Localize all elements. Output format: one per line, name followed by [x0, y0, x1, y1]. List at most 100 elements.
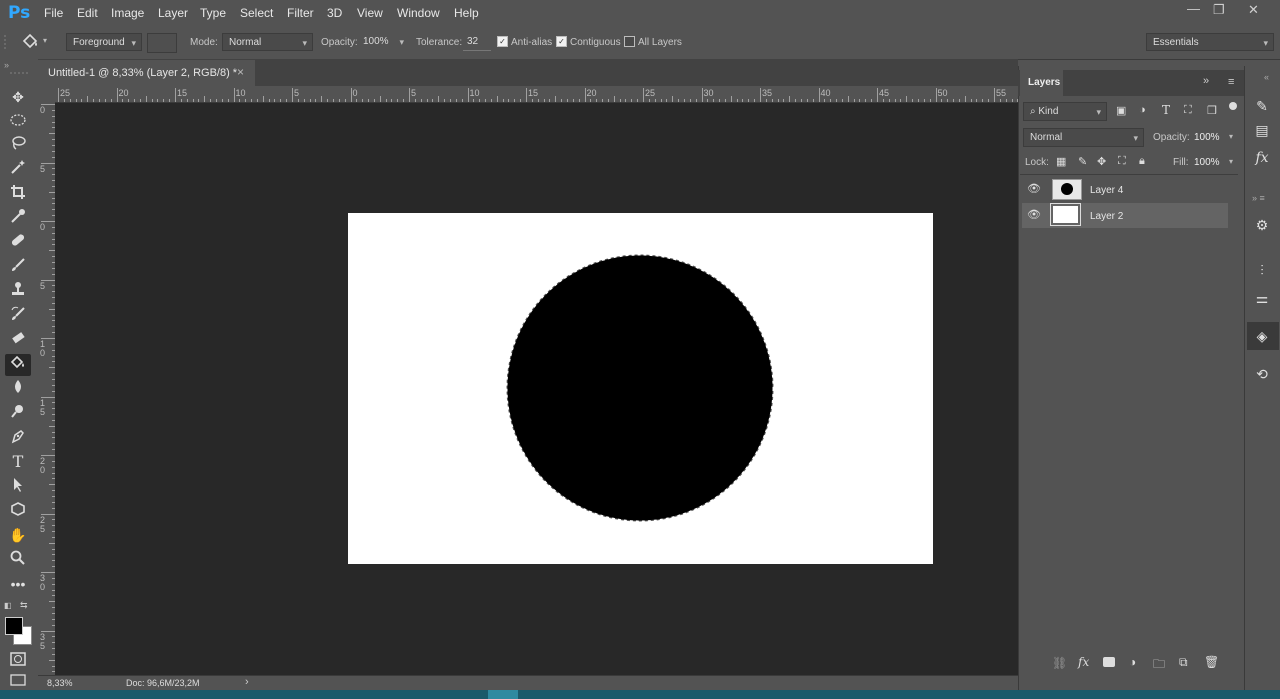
visibility-eye-icon[interactable]: 👁︎ [1027, 182, 1041, 195]
eyedropper-tool-icon[interactable] [8, 208, 28, 228]
pattern-picker[interactable] [147, 33, 177, 53]
layer-opacity-value[interactable]: 100% [1194, 132, 1220, 143]
pen-tool-icon[interactable] [8, 428, 28, 448]
menu-help[interactable]: Help [454, 6, 479, 20]
filter-adjustment-icon[interactable]: ◑ [1139, 104, 1146, 116]
menu-layer[interactable]: Layer [158, 6, 188, 20]
history-panel-icon[interactable]: ⟲ [1252, 364, 1272, 384]
document-tab[interactable]: Untitled-1 @ 8,33% (Layer 2, RGB/8) * × [38, 60, 255, 86]
fill-value[interactable]: 100% [1194, 157, 1220, 168]
foreground-color-swatch[interactable] [5, 617, 23, 635]
type-tool-icon[interactable]: T [8, 452, 28, 472]
link-layers-icon[interactable]: ⛓ [1052, 656, 1067, 670]
layer-name[interactable]: Layer 2 [1090, 211, 1123, 222]
close-tab-icon[interactable]: × [237, 65, 244, 79]
filter-toggle-icon[interactable] [1229, 102, 1237, 110]
layer-style-fx-icon[interactable]: fx [1078, 655, 1089, 669]
blend-mode-select[interactable]: Normal ▾ [1023, 128, 1144, 147]
dock-group-toggle-icon[interactable]: » ≡ [1252, 193, 1265, 203]
lock-artboard-icon[interactable]: ⛶ [1118, 155, 1126, 168]
visibility-eye-icon[interactable]: 👁︎ [1027, 208, 1041, 221]
lock-transparency-icon[interactable]: ▦ [1056, 155, 1066, 168]
layer-filter-select[interactable]: ⌕ Kind ▾ [1023, 102, 1107, 121]
menu-3d[interactable]: 3D [327, 6, 342, 20]
dock-collapse-icon[interactable]: « [1264, 72, 1269, 82]
layer-row-layer-4[interactable]: 👁︎ Layer 4 [1022, 177, 1228, 202]
fill-source-select[interactable]: Foreground ▾ [66, 33, 142, 51]
antialias-checkbox[interactable]: ✓ [497, 36, 508, 47]
vertical-ruler[interactable]: 0 5 0 5 1 0 1 5 2 0 2 5 3 0 3 5 [38, 102, 56, 675]
quick-mask-icon[interactable] [8, 651, 28, 671]
screen-mode-icon[interactable] [8, 674, 28, 688]
menu-filter[interactable]: Filter [287, 6, 314, 20]
new-group-icon[interactable]: 🗀︎ [1153, 655, 1165, 676]
layer-opacity-chevron-icon[interactable]: ▾ [1229, 132, 1233, 141]
tolerance-field[interactable]: 32 [463, 33, 491, 51]
fill-chevron-icon[interactable]: ▾ [1229, 157, 1233, 166]
filter-shape-icon[interactable]: ⛶ [1184, 104, 1192, 117]
menu-file[interactable]: File [44, 6, 63, 20]
filter-smart-object-icon[interactable]: ❒ [1207, 104, 1217, 117]
zoom-tool-icon[interactable] [8, 550, 28, 570]
hand-tool-icon[interactable]: ✋ [8, 525, 28, 545]
history-brush-tool-icon[interactable] [8, 306, 28, 326]
brush-panel-icon[interactable]: ✎ [1252, 96, 1272, 116]
layers-panel-tab[interactable]: Layers [1020, 70, 1063, 96]
default-colors-icon[interactable]: ◧ [4, 601, 12, 610]
path-selection-tool-icon[interactable] [8, 477, 28, 497]
lasso-tool-icon[interactable] [8, 135, 28, 155]
layer-row-layer-2[interactable]: 👁︎ Layer 2 [1022, 203, 1228, 228]
paint-bucket-tool-icon[interactable] [8, 355, 28, 375]
magic-wand-tool-icon[interactable] [8, 159, 28, 179]
menu-view[interactable]: View [357, 6, 383, 20]
contiguous-checkbox[interactable]: ✓ [556, 36, 567, 47]
taskbar-active-app[interactable] [488, 690, 518, 699]
eraser-tool-icon[interactable] [8, 330, 28, 350]
lock-image-pixels-icon[interactable]: ✎ [1078, 155, 1087, 168]
filter-type-icon[interactable]: T [1162, 103, 1170, 117]
paths-panel-icon[interactable]: ⚌ [1252, 288, 1272, 308]
properties-panel-icon[interactable]: ▤ [1252, 120, 1272, 140]
new-layer-icon[interactable]: ⧉ [1179, 655, 1188, 670]
dodge-tool-icon[interactable] [8, 403, 28, 423]
filter-pixel-icon[interactable]: ▣ [1116, 104, 1126, 117]
shape-tool-icon[interactable] [8, 501, 28, 521]
opacity-field[interactable]: 100% ▾ [359, 33, 409, 51]
styles-panel-icon[interactable]: fx [1252, 148, 1272, 168]
lock-position-icon[interactable]: ✥ [1097, 155, 1106, 168]
chevron-down-icon[interactable]: ▾ [43, 36, 47, 45]
crop-tool-icon[interactable] [8, 184, 28, 204]
layers-panel-dock-icon[interactable]: ◈ [1252, 326, 1272, 346]
paint-bucket-preset-icon[interactable] [20, 33, 40, 55]
swap-colors-icon[interactable]: ⇆ [20, 600, 28, 611]
blur-tool-icon[interactable] [8, 379, 28, 399]
adjustments-panel-icon[interactable]: ⫶ [1252, 260, 1272, 280]
expand-panel-icon[interactable]: » [4, 60, 9, 70]
document-canvas[interactable] [348, 213, 933, 564]
adjustment-layer-icon[interactable]: ◑ [1129, 655, 1136, 669]
menu-window[interactable]: Window [397, 6, 440, 20]
panel-menu-icon[interactable]: ≡ [1228, 76, 1234, 88]
layer-name[interactable]: Layer 4 [1090, 185, 1123, 196]
collapse-panel-icon[interactable]: » [1203, 75, 1209, 87]
menu-type[interactable]: Type [200, 6, 226, 20]
menu-select[interactable]: Select [240, 6, 273, 20]
close-window-icon[interactable]: ✕ [1248, 2, 1259, 18]
ruler-origin[interactable] [38, 86, 55, 102]
mode-select[interactable]: Normal ▾ [222, 33, 313, 51]
move-tool-icon[interactable]: ✥ [8, 87, 28, 107]
lock-all-icon[interactable]: 🔒︎ [1139, 155, 1145, 168]
status-menu-arrow[interactable]: › [245, 676, 249, 688]
all-layers-checkbox[interactable] [624, 36, 635, 47]
marquee-tool-icon[interactable] [8, 111, 28, 131]
minimize-icon[interactable]: — [1187, 1, 1200, 16]
more-tools-icon[interactable]: ••• [8, 574, 28, 594]
restore-icon[interactable]: ❐ [1213, 2, 1225, 18]
brush-tool-icon[interactable] [8, 257, 28, 277]
delete-layer-icon[interactable]: 🗑︎ [1204, 655, 1219, 669]
menu-image[interactable]: Image [111, 6, 144, 20]
healing-brush-tool-icon[interactable] [8, 232, 28, 252]
clone-stamp-tool-icon[interactable] [8, 281, 28, 301]
menu-edit[interactable]: Edit [77, 6, 98, 20]
horizontal-ruler[interactable]: 25 20 15 10 5 0 5 10 15 20 25 30 35 40 45 50 55 [55, 86, 1018, 103]
